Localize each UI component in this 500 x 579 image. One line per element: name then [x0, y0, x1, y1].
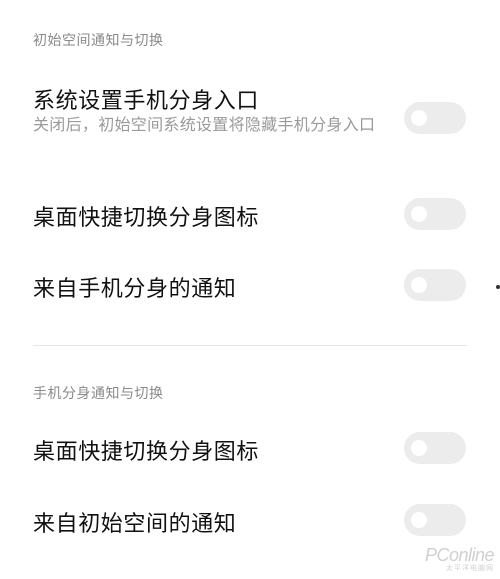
- setting-row-system-entry[interactable]: 系统设置手机分身入口 关闭后，初始空间系统设置将隐藏手机分身入口: [0, 80, 500, 160]
- toggle-knob: [411, 110, 427, 126]
- toggle-switch-desktop-shortcut[interactable]: [404, 198, 466, 230]
- setting-row-desktop-shortcut[interactable]: 桌面快捷切换分身图标: [0, 196, 500, 236]
- toggle-knob: [411, 206, 427, 222]
- edge-indicator-dot: [496, 285, 500, 289]
- setting-title: 系统设置手机分身入口: [33, 89, 260, 114]
- toggle-knob: [411, 512, 427, 528]
- setting-title: 桌面快捷切换分身图标: [33, 440, 260, 465]
- watermark: PConline 太平洋电脑网: [425, 545, 495, 573]
- toggle-switch-initial-space-notifications[interactable]: [404, 504, 466, 536]
- toggle-switch-clone-notifications[interactable]: [404, 269, 466, 301]
- toggle-switch-desktop-shortcut-clone[interactable]: [404, 432, 466, 464]
- section-header-clone-space: 手机分身通知与切换: [33, 386, 164, 402]
- setting-row-clone-notifications[interactable]: 来自手机分身的通知: [0, 267, 500, 307]
- setting-subtitle: 关闭后，初始空间系统设置将隐藏手机分身入口: [33, 115, 376, 134]
- toggle-knob: [411, 440, 427, 456]
- setting-row-desktop-shortcut-clone[interactable]: 桌面快捷切换分身图标: [0, 430, 500, 470]
- setting-title: 来自初始空间的通知: [33, 512, 237, 537]
- setting-title: 桌面快捷切换分身图标: [33, 206, 260, 231]
- toggle-knob: [411, 277, 427, 293]
- setting-row-initial-space-notifications[interactable]: 来自初始空间的通知: [0, 502, 500, 542]
- toggle-switch-system-entry[interactable]: [404, 102, 466, 134]
- setting-title: 来自手机分身的通知: [33, 277, 237, 302]
- section-header-initial-space: 初始空间通知与切换: [33, 33, 164, 49]
- section-divider: [33, 345, 467, 346]
